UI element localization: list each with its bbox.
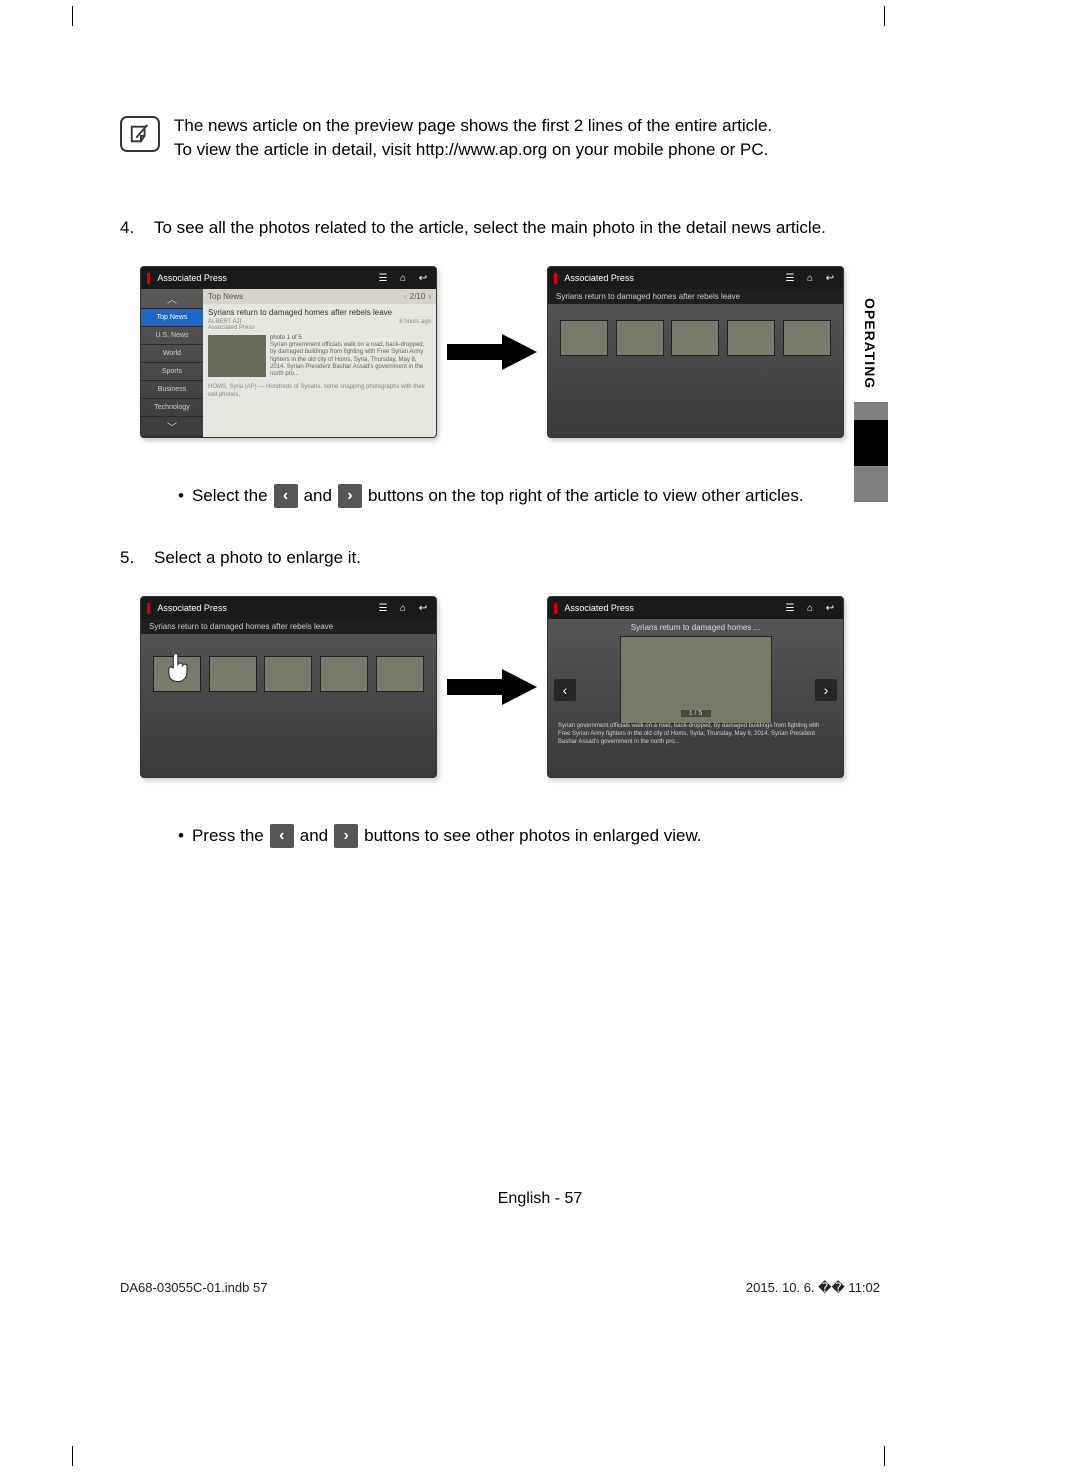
figure-pair-1: ▌Associated Press ☰ ⌂ ↩ ︿ Top News U.S. … [140, 266, 890, 438]
touch-hand-icon [164, 651, 194, 685]
sidebar-item-business[interactable]: Business [141, 381, 203, 399]
chevron-right-icon: › [334, 824, 358, 848]
thumbnail[interactable] [153, 656, 201, 692]
thumbnail[interactable] [320, 656, 368, 692]
note-text: The news article on the preview page sho… [174, 116, 772, 164]
widgets-icon[interactable]: ☰ [783, 601, 797, 615]
note-block: The news article on the preview page sho… [120, 116, 890, 164]
figure-pair-2: ▌Associated Press ☰⌂↩ Syrians return to … [140, 596, 890, 778]
sidebar-item-world[interactable]: World [141, 345, 203, 363]
back-icon[interactable]: ↩ [823, 271, 837, 285]
time-ago: 8 hours ago [399, 319, 431, 331]
chevron-left-icon: ‹ [270, 824, 294, 848]
chevron-left-icon: ‹ [274, 484, 298, 508]
photo-count: photo 1 of 5 [270, 335, 431, 342]
thumbnail[interactable] [209, 656, 257, 692]
bullet-select-arrows: • Select the ‹ and › buttons on the top … [178, 484, 890, 508]
thumbnail[interactable] [264, 656, 312, 692]
bullet-press-arrows: • Press the ‹ and › buttons to see other… [178, 824, 890, 848]
article-detail: Top News ‹ 2/10 › Syrians return to dama… [203, 289, 436, 437]
print-metadata: DA68-03055C-01.indb 57 2015. 10. 6. �� 1… [120, 1280, 880, 1296]
step-4-text: To see all the photos related to the art… [154, 218, 826, 238]
home-icon[interactable]: ⌂ [803, 271, 817, 285]
screenshot-news-list: ▌Associated Press ☰ ⌂ ↩ ︿ Top News U.S. … [140, 266, 437, 438]
print-file: DA68-03055C-01.indb 57 [120, 1280, 267, 1296]
brand-label: Associated Press [157, 273, 227, 283]
article-main-photo[interactable] [208, 335, 266, 377]
screenshot-select-photo: ▌Associated Press ☰⌂↩ Syrians return to … [140, 596, 437, 778]
next-article-icon[interactable]: › [428, 292, 431, 301]
thumbnail[interactable] [560, 320, 608, 356]
back-icon[interactable]: ↩ [823, 601, 837, 615]
thumbnail[interactable] [727, 320, 775, 356]
section-tab: OPERATING [854, 290, 888, 590]
sidebar-item-topnews[interactable]: Top News [141, 309, 203, 327]
sidebar-up-icon[interactable]: ︿ [141, 289, 203, 309]
step-5: 5. Select a photo to enlarge it. [120, 548, 890, 568]
photo-caption: Syrian government officials walk on a ro… [270, 342, 431, 378]
page-number: English - 57 [0, 1190, 1080, 1208]
chevron-right-icon: › [338, 484, 362, 508]
photo-thumbnails [548, 304, 843, 372]
widgets-icon[interactable]: ☰ [376, 601, 390, 615]
sidebar-item-technology[interactable]: Technology [141, 399, 203, 417]
enlarge-subheader: Syrians return to damaged homes ... [548, 623, 843, 632]
widgets-icon[interactable]: ☰ [376, 271, 390, 285]
sidebar-down-icon[interactable]: ﹀ [141, 417, 203, 437]
page-content: The news article on the preview page sho… [120, 60, 890, 848]
screenshot-enlarged-photo: ▌Associated Press ☰⌂↩ Syrians return to … [547, 596, 844, 778]
home-icon[interactable]: ⌂ [396, 601, 410, 615]
home-icon[interactable]: ⌂ [396, 271, 410, 285]
thumbnail[interactable] [376, 656, 424, 692]
photo-next-button[interactable]: › [815, 679, 837, 701]
step-4-number: 4. [120, 218, 144, 238]
sidebar-item-usnews[interactable]: U.S. News [141, 327, 203, 345]
section-label: Top News [208, 292, 243, 301]
back-icon[interactable]: ↩ [416, 271, 430, 285]
prev-article-icon[interactable]: ‹ [404, 292, 407, 301]
step-4: 4. To see all the photos related to the … [120, 218, 890, 238]
article-pager: 2/10 [410, 292, 426, 301]
home-icon[interactable]: ⌂ [803, 601, 817, 615]
thumbnail[interactable] [671, 320, 719, 356]
back-icon[interactable]: ↩ [416, 601, 430, 615]
screenshot-photo-strip: ▌Associated Press ☰⌂↩ Syrians return to … [547, 266, 844, 438]
article-headline: Syrians return to damaged homes after re… [208, 308, 431, 317]
category-sidebar: ︿ Top News U.S. News World Sports Busine… [141, 289, 203, 437]
crop-mark-top [72, 6, 885, 26]
photo-prev-button[interactable]: ‹ [554, 679, 576, 701]
note-line-1: The news article on the preview page sho… [174, 116, 772, 136]
widgets-icon[interactable]: ☰ [783, 271, 797, 285]
step-5-number: 5. [120, 548, 144, 568]
crop-mark-bottom [72, 1446, 885, 1466]
flow-arrow-icon [447, 667, 537, 707]
flow-arrow-icon [447, 332, 537, 372]
photo-pager: 1 / 5 [681, 710, 711, 717]
article-preview-text: HOMS, Syria (AP) — Hundreds of Syrians, … [208, 384, 431, 400]
note-line-2: To view the article in detail, visit htt… [174, 140, 772, 160]
enlarged-caption: Syrian government officials walk on a ro… [548, 719, 843, 752]
thumbnail[interactable] [616, 320, 664, 356]
step-5-text: Select a photo to enlarge it. [154, 548, 361, 568]
sidebar-item-sports[interactable]: Sports [141, 363, 203, 381]
thumbnail[interactable] [783, 320, 831, 356]
print-timestamp: 2015. 10. 6. �� 11:02 [746, 1280, 880, 1296]
titlebar-icons: ☰ ⌂ ↩ [376, 271, 430, 285]
note-icon [120, 116, 160, 152]
strip-subheader: Syrians return to damaged homes after re… [548, 289, 843, 304]
section-tab-label: OPERATING [862, 298, 878, 389]
